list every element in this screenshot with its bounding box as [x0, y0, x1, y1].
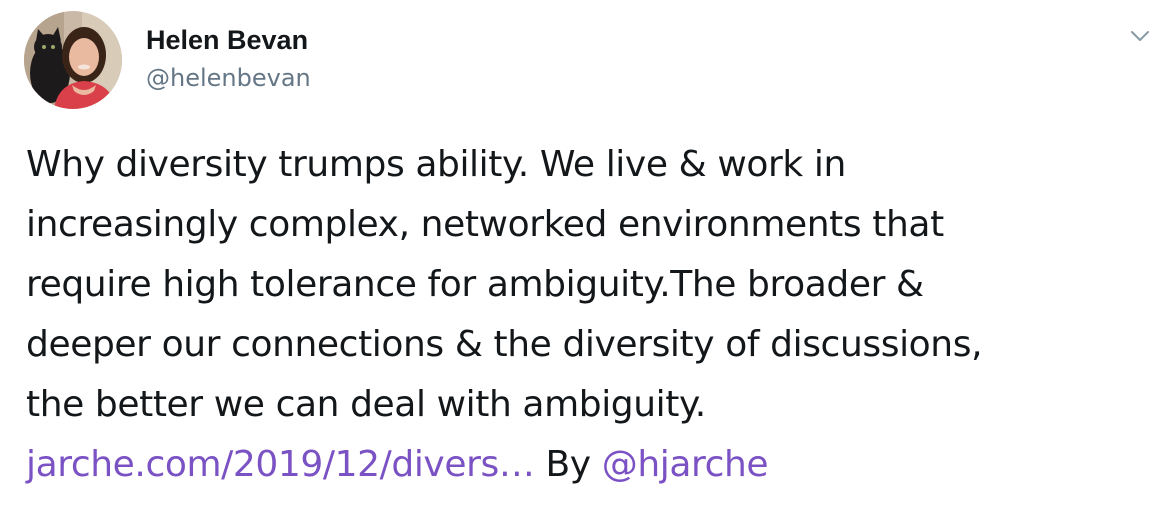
tweet-link-line: jarche.com/2019/12/divers… By @hjarche	[26, 435, 1156, 495]
tweet-text-line: increasingly complex, networked environm…	[26, 204, 944, 245]
tweet-card: Helen Bevan @helenbevan Why diversity tr…	[0, 0, 1174, 529]
tweet-text-line: require high tolerance for ambiguity.The…	[26, 264, 924, 305]
tweet-text-line: Why diversity trumps ability. We live & …	[26, 144, 846, 185]
article-link[interactable]: jarche.com/2019/12/divers…	[26, 444, 535, 485]
author-handle[interactable]: @helenbevan	[146, 62, 311, 94]
tweet-text: Why diversity trumps ability. We live & …	[26, 135, 1156, 495]
by-text: By	[545, 444, 591, 485]
avatar[interactable]	[24, 11, 122, 109]
tweet-text-line: the better we can deal with ambiguity.	[26, 384, 706, 425]
mention-link[interactable]: @hjarche	[602, 444, 769, 485]
author-name[interactable]: Helen Bevan	[146, 24, 308, 56]
tweet-text-line: deeper our connections & the diversity o…	[26, 324, 983, 365]
chevron-down-icon[interactable]	[1126, 22, 1154, 50]
